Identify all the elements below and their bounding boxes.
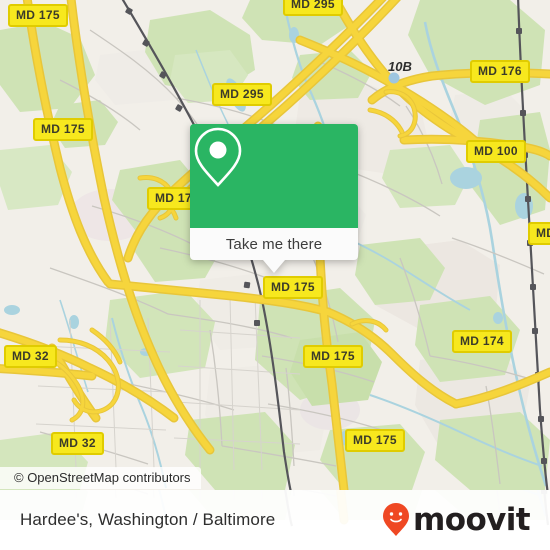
- road-shield: MD 32: [4, 345, 57, 368]
- map-pin-icon: [194, 127, 242, 187]
- road-shield: MD 295: [283, 0, 343, 16]
- take-me-there-button[interactable]: Take me there: [190, 228, 358, 260]
- footer-bar: Hardee's, Washington / Baltimore moovit: [0, 490, 550, 550]
- road-shield: MD 295: [212, 83, 272, 106]
- callout-pin-area: [190, 124, 358, 228]
- road-shield: MD 2: [528, 222, 550, 245]
- exit-number-label: 10B: [388, 59, 412, 74]
- osm-attribution-text: © OpenStreetMap contributors: [14, 470, 191, 485]
- road-shield: MD 32: [51, 432, 104, 455]
- moovit-map-screenshot: MD 175 MD 295 MD 176 MD 295 MD 175 MD 10…: [0, 0, 550, 550]
- moovit-wordmark: moovit: [413, 502, 531, 538]
- map-canvas[interactable]: MD 175 MD 295 MD 176 MD 295 MD 175 MD 10…: [0, 0, 550, 490]
- road-shield: MD 175: [33, 118, 93, 141]
- road-shield: MD 175: [303, 345, 363, 368]
- place-callout-card[interactable]: Take me there: [190, 124, 358, 273]
- place-title: Hardee's, Washington / Baltimore: [20, 490, 275, 550]
- osm-attribution[interactable]: © OpenStreetMap contributors: [0, 467, 201, 489]
- road-shield: MD 174: [452, 330, 512, 353]
- place-title-text: Hardee's, Washington / Baltimore: [20, 510, 276, 529]
- road-shield: MD 175: [8, 4, 68, 27]
- moovit-logo[interactable]: moovit: [381, 490, 531, 550]
- take-me-there-label: Take me there: [225, 235, 323, 253]
- road-shield: MD 176: [470, 60, 530, 83]
- moovit-pin-icon: [383, 503, 410, 536]
- road-shield: MD 100: [466, 140, 526, 163]
- road-shield: MD 175: [263, 276, 323, 299]
- road-shield: MD 175: [345, 429, 405, 452]
- callout-tail: [263, 260, 285, 273]
